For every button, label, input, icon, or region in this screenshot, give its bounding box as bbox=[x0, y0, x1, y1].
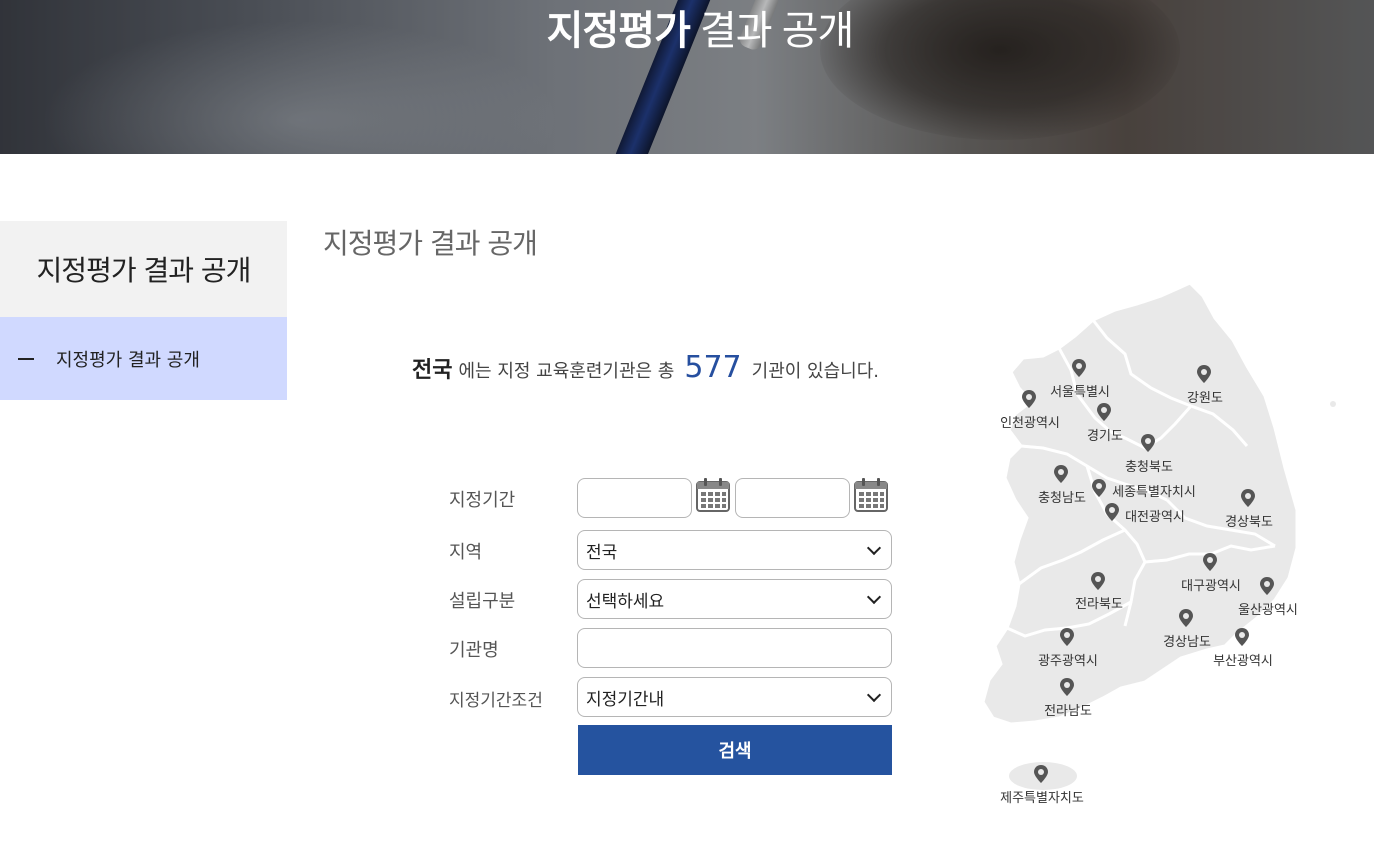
map-pin-icon[interactable] bbox=[1196, 364, 1212, 384]
map-pin-icon[interactable] bbox=[1202, 552, 1218, 572]
map-region-label[interactable]: 세종특별자치시 bbox=[1112, 481, 1196, 500]
calendar-icon[interactable] bbox=[695, 477, 731, 513]
map-pin-icon[interactable] bbox=[1240, 488, 1256, 508]
condition-label: 지정기간조건 bbox=[449, 691, 543, 711]
period-start-input[interactable] bbox=[577, 478, 692, 518]
map-region-label[interactable]: 경상북도 bbox=[1225, 511, 1273, 530]
chevron-down-icon bbox=[866, 540, 882, 555]
sidebar-item-results[interactable]: 지정평가 결과 공개 bbox=[0, 317, 287, 400]
region-select[interactable]: 전국 bbox=[577, 530, 892, 570]
type-select[interactable]: 선택하세요 bbox=[577, 579, 892, 619]
sidebar-item-label: 지정평가 결과 공개 bbox=[56, 349, 200, 371]
map-pin-icon[interactable] bbox=[1053, 464, 1069, 484]
map-pin-icon[interactable] bbox=[1091, 478, 1107, 498]
banner-title-rest: 결과 공개 bbox=[689, 9, 854, 53]
dash-icon bbox=[18, 357, 34, 360]
period-label: 지정기간 bbox=[449, 490, 516, 511]
map-region-label[interactable]: 경상남도 bbox=[1163, 631, 1211, 650]
summary-text-before: 에는 지정 교육훈련기관은 총 bbox=[458, 361, 675, 382]
region-select-value: 전국 bbox=[586, 542, 618, 563]
map-region-label[interactable]: 서울특별시 bbox=[1050, 381, 1110, 400]
map-region-label[interactable]: 강원도 bbox=[1187, 387, 1223, 406]
search-button[interactable]: 검색 bbox=[578, 725, 892, 775]
map-pin-icon[interactable] bbox=[1021, 389, 1037, 409]
map-pin-icon[interactable] bbox=[1259, 576, 1275, 596]
type-select-value: 선택하세요 bbox=[586, 591, 665, 612]
type-label: 설립구분 bbox=[449, 591, 516, 612]
map-region-label[interactable]: 부산광역시 bbox=[1213, 650, 1273, 669]
map-pin-icon[interactable] bbox=[1059, 677, 1075, 697]
summary-text-after: 기관이 있습니다. bbox=[751, 361, 880, 382]
institution-count: 577 bbox=[684, 350, 742, 385]
name-label: 기관명 bbox=[449, 640, 499, 661]
map-pin-icon[interactable] bbox=[1090, 571, 1106, 591]
map-pin-icon[interactable] bbox=[1059, 627, 1075, 647]
map-pin-icon[interactable] bbox=[1178, 608, 1194, 628]
map-region-label[interactable]: 전라남도 bbox=[1044, 700, 1092, 719]
map-pin-icon[interactable] bbox=[1140, 433, 1156, 453]
korea-map bbox=[981, 281, 1336, 790]
map-pin-icon[interactable] bbox=[1234, 627, 1250, 647]
hero-banner: 지정평가 결과 공개 bbox=[0, 0, 1374, 154]
page-title: 지정평가 결과 공개 bbox=[323, 227, 538, 260]
map-region-label[interactable]: 제주특별자치도 bbox=[1000, 787, 1084, 806]
map-pin-icon[interactable] bbox=[1096, 402, 1112, 422]
chevron-down-icon bbox=[866, 589, 882, 604]
chevron-down-icon bbox=[866, 687, 882, 702]
summary-region: 전국 bbox=[412, 358, 453, 383]
map-region-label[interactable]: 광주광역시 bbox=[1038, 650, 1098, 669]
map-region-label[interactable]: 대전광역시 bbox=[1125, 506, 1185, 525]
institution-name-input[interactable] bbox=[577, 628, 892, 668]
map-pin-icon[interactable] bbox=[1104, 502, 1120, 522]
map-pin-icon[interactable] bbox=[1071, 358, 1087, 378]
map-region-label[interactable]: 경기도 bbox=[1087, 425, 1123, 444]
map-region-label[interactable]: 충청북도 bbox=[1125, 456, 1173, 475]
region-label: 지역 bbox=[449, 542, 483, 563]
condition-select[interactable]: 지정기간내 bbox=[577, 677, 892, 717]
banner-title-bold: 지정평가 bbox=[546, 9, 691, 53]
map-pin-icon[interactable] bbox=[1033, 764, 1049, 784]
sidebar-heading: 지정평가 결과 공개 bbox=[0, 221, 287, 317]
calendar-icon[interactable] bbox=[853, 477, 889, 513]
map-region-label[interactable]: 충청남도 bbox=[1038, 487, 1086, 506]
banner-title: 지정평가 결과 공개 bbox=[0, 0, 1374, 56]
map-region-label[interactable]: 대구광역시 bbox=[1181, 575, 1241, 594]
map-region-label[interactable]: 울산광역시 bbox=[1238, 599, 1298, 618]
period-end-input[interactable] bbox=[735, 478, 850, 518]
condition-select-value: 지정기간내 bbox=[586, 689, 665, 710]
summary-line: 전국 에는 지정 교육훈련기관은 총 577 기관이 있습니다. bbox=[412, 350, 879, 385]
map-region-label[interactable]: 전라북도 bbox=[1075, 593, 1123, 612]
map-region-label[interactable]: 인천광역시 bbox=[1000, 412, 1060, 431]
